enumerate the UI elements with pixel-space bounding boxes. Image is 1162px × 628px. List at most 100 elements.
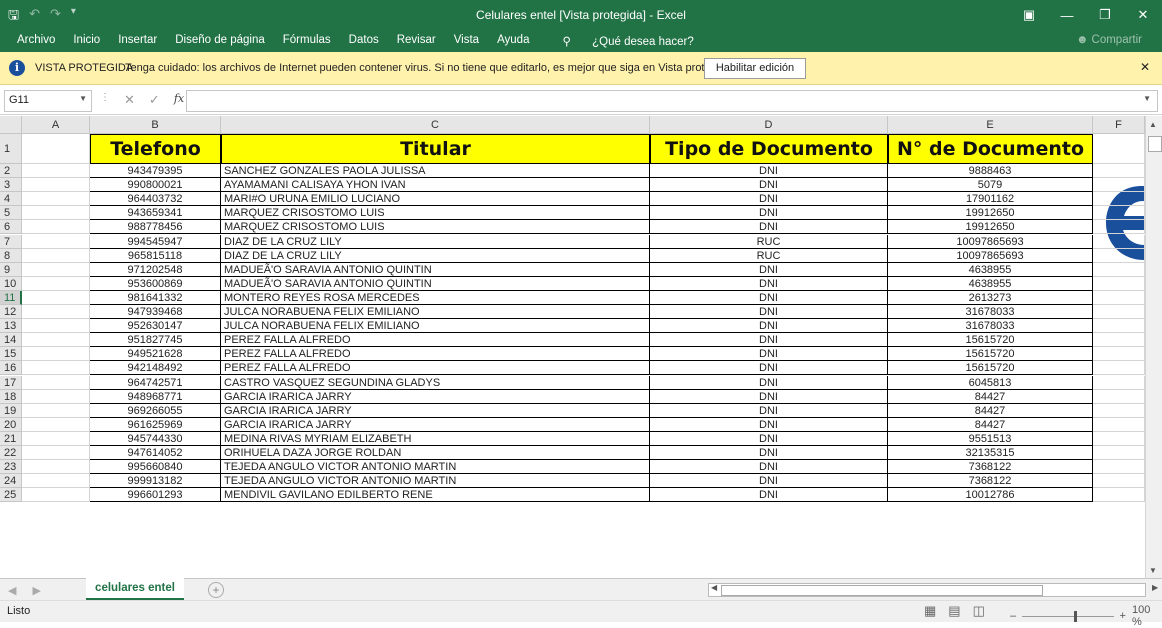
table-cell-tit[interactable]: SANCHEZ GONZALES PAOLA JULISSA xyxy=(221,164,650,179)
table-cell-tit[interactable]: TEJEDA ANGULO VICTOR ANTONIO MARTIN xyxy=(221,474,650,489)
cell[interactable] xyxy=(22,164,90,179)
row-header[interactable]: 17 xyxy=(0,375,22,390)
table-cell-tel[interactable]: 971202548 xyxy=(90,262,221,277)
table-cell-tel[interactable]: 942148492 xyxy=(90,361,221,376)
ribbon-tab-8[interactable]: Ayuda xyxy=(488,34,538,48)
row-header[interactable]: 2 xyxy=(0,164,22,179)
cell[interactable] xyxy=(1093,375,1145,390)
zoom-level[interactable]: 100 % xyxy=(1132,604,1162,628)
cell[interactable] xyxy=(22,276,90,291)
row-header[interactable]: 6 xyxy=(0,220,22,235)
row-header[interactable]: 19 xyxy=(0,403,22,418)
table-cell-num[interactable]: 15615720 xyxy=(888,347,1093,362)
scroll-thumb[interactable] xyxy=(1148,136,1162,152)
name-box[interactable]: G11 ▼ xyxy=(4,90,92,112)
table-cell-tipo[interactable]: DNI xyxy=(650,276,888,291)
scroll-down-icon[interactable]: ▼ xyxy=(1149,566,1157,575)
table-cell-tit[interactable]: AYAMAMANI CALISAYA YHON IVAN xyxy=(221,178,650,193)
row-header[interactable]: 22 xyxy=(0,446,22,461)
column-header-A[interactable]: A xyxy=(22,116,90,134)
table-cell-num[interactable]: 6045813 xyxy=(888,375,1093,390)
table-cell-num[interactable]: 10097865693 xyxy=(888,248,1093,263)
table-cell-tel[interactable]: 990800021 xyxy=(90,178,221,193)
table-cell-num[interactable]: 7368122 xyxy=(888,474,1093,489)
sheet-prev-icon[interactable]: ◀ xyxy=(8,584,16,597)
table-cell-tipo[interactable]: DNI xyxy=(650,347,888,362)
table-cell-tel[interactable]: 947939468 xyxy=(90,305,221,320)
cell[interactable] xyxy=(22,220,90,235)
cell[interactable] xyxy=(22,431,90,446)
horizontal-scrollbar[interactable]: ◀ xyxy=(708,583,1146,597)
row-header[interactable]: 5 xyxy=(0,206,22,221)
cell[interactable] xyxy=(22,417,90,432)
table-cell-tit[interactable]: MADUEÃ'O SARAVIA ANTONIO QUINTIN xyxy=(221,262,650,277)
cell[interactable] xyxy=(1093,134,1145,164)
table-cell-tipo[interactable]: DNI xyxy=(650,262,888,277)
table-cell-tel[interactable]: 994545947 xyxy=(90,234,221,249)
enter-icon[interactable]: ✓ xyxy=(149,92,160,108)
table-cell-tit[interactable]: GARCIA IRARICA JARRY xyxy=(221,417,650,432)
maximize-button[interactable]: ❐ xyxy=(1086,0,1124,30)
table-cell-tel[interactable]: 943659341 xyxy=(90,206,221,221)
table-cell-tipo[interactable]: DNI xyxy=(650,164,888,179)
row-header[interactable]: 12 xyxy=(0,305,22,320)
page-layout-icon[interactable]: ▤ xyxy=(948,603,960,619)
table-cell-tipo[interactable]: DNI xyxy=(650,178,888,193)
row-header[interactable]: 3 xyxy=(0,178,22,193)
table-cell-num[interactable]: 2613273 xyxy=(888,290,1093,305)
cell[interactable] xyxy=(1093,305,1145,320)
cell[interactable] xyxy=(22,347,90,362)
row-header[interactable]: 18 xyxy=(0,389,22,404)
zoom-slider[interactable] xyxy=(1022,610,1114,622)
cell[interactable] xyxy=(22,262,90,277)
row-header[interactable]: 10 xyxy=(0,276,22,291)
h-scroll-thumb[interactable] xyxy=(721,585,1043,596)
cell[interactable] xyxy=(1093,417,1145,432)
table-cell-tit[interactable]: MARI#O URUNA EMILIO LUCIANO xyxy=(221,192,650,207)
cell[interactable] xyxy=(1093,206,1145,221)
cell[interactable] xyxy=(22,333,90,348)
spreadsheet-grid[interactable]: ▲ ▼ A B C D E F 1 Telefono Titular Tipo de Docume… xyxy=(0,116,1162,578)
cell[interactable] xyxy=(1093,460,1145,475)
table-cell-tit[interactable]: JULCA NORABUENA FELIX EMILIANO xyxy=(221,305,650,320)
table-cell-tel[interactable]: 951827745 xyxy=(90,333,221,348)
table-cell-num[interactable]: 84427 xyxy=(888,417,1093,432)
expand-formula-icon[interactable]: ▼ xyxy=(1143,94,1151,103)
cell[interactable] xyxy=(1093,474,1145,489)
table-cell-tel[interactable]: 964742571 xyxy=(90,375,221,390)
table-cell-num[interactable]: 4638955 xyxy=(888,276,1093,291)
column-header-D[interactable]: D xyxy=(650,116,888,134)
table-cell-tipo[interactable]: DNI xyxy=(650,488,888,503)
cell[interactable] xyxy=(1093,290,1145,305)
cell[interactable] xyxy=(22,361,90,376)
table-cell-tel[interactable]: 948968771 xyxy=(90,389,221,404)
share-button[interactable]: ☻ Compartir xyxy=(1076,34,1142,46)
table-cell-tipo[interactable]: DNI xyxy=(650,389,888,404)
header-cell-numero[interactable]: N° de Documento xyxy=(888,134,1093,164)
table-cell-tel[interactable]: 988778456 xyxy=(90,220,221,235)
table-cell-tipo[interactable]: DNI xyxy=(650,474,888,489)
cell[interactable] xyxy=(22,319,90,334)
row-header[interactable]: 13 xyxy=(0,319,22,334)
table-cell-tit[interactable]: MEDINA RIVAS MYRIAM ELIZABETH xyxy=(221,431,650,446)
minimize-button[interactable]: — xyxy=(1048,0,1086,30)
sheet-tab[interactable]: celulares entel xyxy=(86,578,184,601)
tell-me-box[interactable]: ⚲ ¿Qué desea hacer? xyxy=(544,34,711,48)
table-cell-tit[interactable]: PEREZ FALLA ALFREDO xyxy=(221,347,650,362)
cell[interactable] xyxy=(1093,361,1145,376)
add-sheet-icon[interactable]: + xyxy=(208,582,224,598)
cell[interactable] xyxy=(22,375,90,390)
row-header[interactable]: 4 xyxy=(0,192,22,207)
row-header[interactable]: 1 xyxy=(0,134,22,164)
zoom-knob[interactable] xyxy=(1074,610,1078,622)
cell[interactable] xyxy=(22,290,90,305)
table-cell-tipo[interactable]: DNI xyxy=(650,460,888,475)
cell[interactable] xyxy=(1093,192,1145,207)
table-cell-num[interactable]: 10012786 xyxy=(888,488,1093,503)
table-cell-tit[interactable]: GARCIA IRARICA JARRY xyxy=(221,403,650,418)
row-header[interactable]: 14 xyxy=(0,333,22,348)
table-cell-tit[interactable]: MONTERO REYES ROSA MERCEDES xyxy=(221,290,650,305)
row-header[interactable]: 20 xyxy=(0,417,22,432)
cell[interactable] xyxy=(1093,347,1145,362)
zoom-out-icon[interactable]: – xyxy=(1010,610,1016,622)
